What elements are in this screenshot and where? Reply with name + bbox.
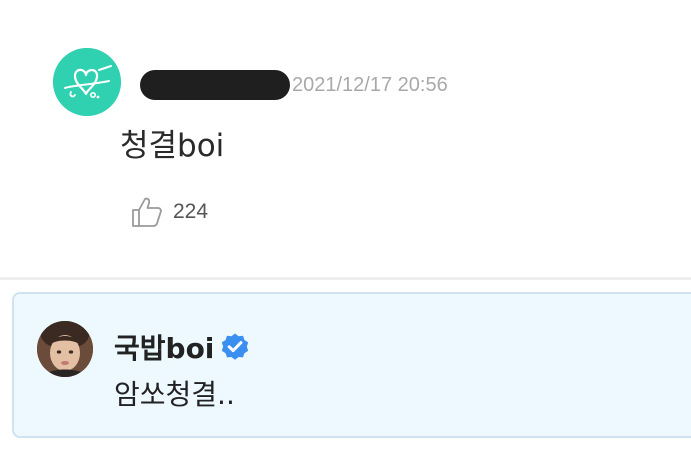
comment-author-avatar[interactable] [53,48,121,116]
like-button[interactable]: 224 [130,194,208,230]
verified-badge-icon [222,333,249,360]
thumbs-up-icon [132,197,162,227]
like-count: 224 [173,200,209,223]
reply-author-name[interactable]: 국밥boi [114,327,214,367]
comment-post: 2021/12/17 20:56 청결boi 224 [0,0,691,278]
heart-doodle-icon [53,48,121,116]
profile-photo-icon [37,321,93,377]
reply-header: 국밥boi [114,329,250,365]
reply-author-avatar[interactable] [37,321,93,377]
creator-reply-box: 국밥boi 암쏘청결.. [12,292,691,438]
comment-text: 청결boi [120,128,225,164]
comment-timestamp: 2021/12/17 20:56 [292,74,448,96]
redacted-username [140,70,290,100]
reply-text: 암쏘청결.. [114,378,235,411]
section-divider [0,277,691,280]
